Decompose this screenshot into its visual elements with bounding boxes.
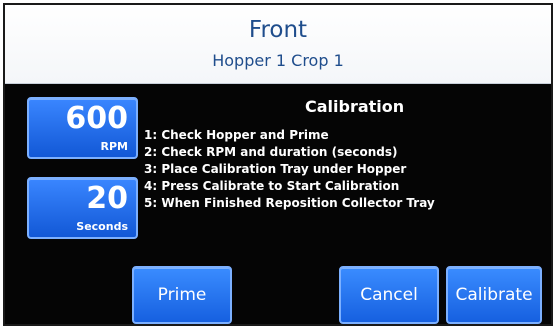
seconds-button[interactable]: 20 Seconds: [27, 177, 138, 239]
cancel-button[interactable]: Cancel: [339, 266, 439, 324]
prime-button[interactable]: Prime: [132, 266, 232, 324]
rpm-value: 600: [65, 101, 128, 136]
header-bar: Front Hopper 1 Crop 1: [5, 5, 551, 84]
page-subtitle: Hopper 1 Crop 1: [212, 51, 344, 70]
calibration-steps: 1: Check Hopper and Prime 2: Check RPM a…: [144, 127, 435, 212]
rpm-unit-label: RPM: [100, 140, 128, 153]
calibration-screen: Front Hopper 1 Crop 1 600 RPM 20 Seconds…: [3, 3, 553, 326]
step-item: 5: When Finished Reposition Collector Tr…: [144, 196, 435, 210]
step-item: 1: Check Hopper and Prime: [144, 128, 329, 142]
rpm-button[interactable]: 600 RPM: [27, 97, 138, 159]
calibration-title: Calibration: [305, 97, 405, 116]
step-item: 4: Press Calibrate to Start Calibration: [144, 179, 400, 193]
seconds-unit-label: Seconds: [76, 220, 128, 233]
page-title: Front: [248, 17, 308, 43]
step-item: 2: Check RPM and duration (seconds): [144, 145, 398, 159]
cancel-button-label: Cancel: [360, 285, 418, 305]
prime-button-label: Prime: [157, 285, 207, 305]
calibrate-button[interactable]: Calibrate: [446, 266, 542, 324]
calibrate-button-label: Calibrate: [455, 285, 533, 305]
seconds-value: 20: [86, 181, 128, 216]
step-item: 3: Place Calibration Tray under Hopper: [144, 162, 407, 176]
